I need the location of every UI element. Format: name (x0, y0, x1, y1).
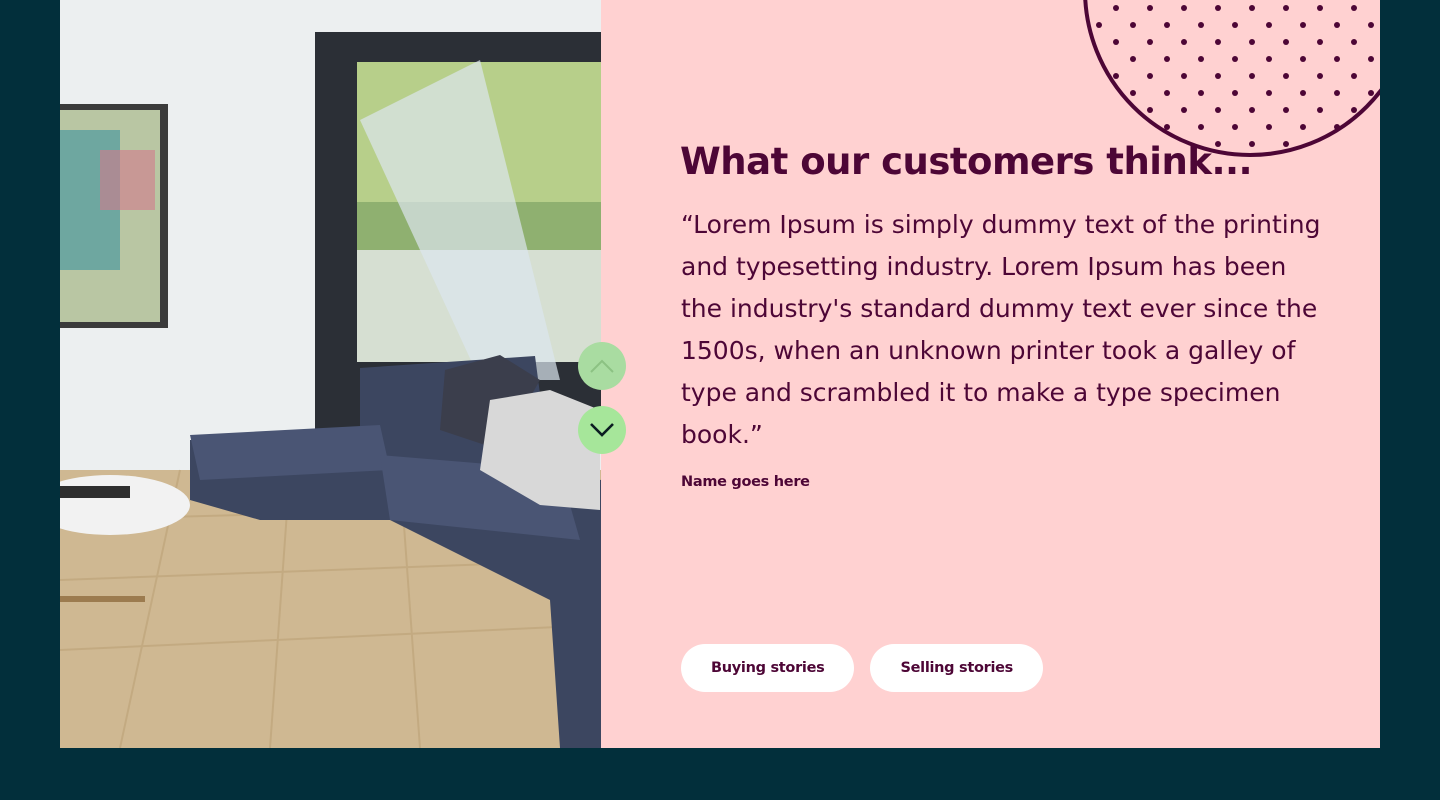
chevron-down-icon (590, 423, 614, 437)
chevron-up-icon (590, 359, 614, 373)
testimonial-author: Name goes here (681, 474, 810, 490)
story-tabs: Buying stories Selling stories (681, 644, 1044, 692)
living-room-illustration (60, 0, 601, 748)
previous-testimonial-button[interactable] (578, 342, 626, 390)
buying-stories-button[interactable]: Buying stories (681, 644, 855, 692)
selling-stories-button[interactable]: Selling stories (870, 644, 1044, 692)
next-testimonial-button[interactable] (578, 406, 626, 454)
living-room-photo (60, 0, 601, 748)
testimonial-panel: What our customers think... “Lorem Ipsum… (601, 0, 1380, 748)
testimonial-quote: “Lorem Ipsum is simply dummy text of the… (681, 210, 1321, 449)
section-heading: What our customers think... (680, 140, 1253, 183)
dotted-circle-decoration (1083, 0, 1380, 157)
testimonial-card: What our customers think... “Lorem Ipsum… (60, 0, 1380, 748)
